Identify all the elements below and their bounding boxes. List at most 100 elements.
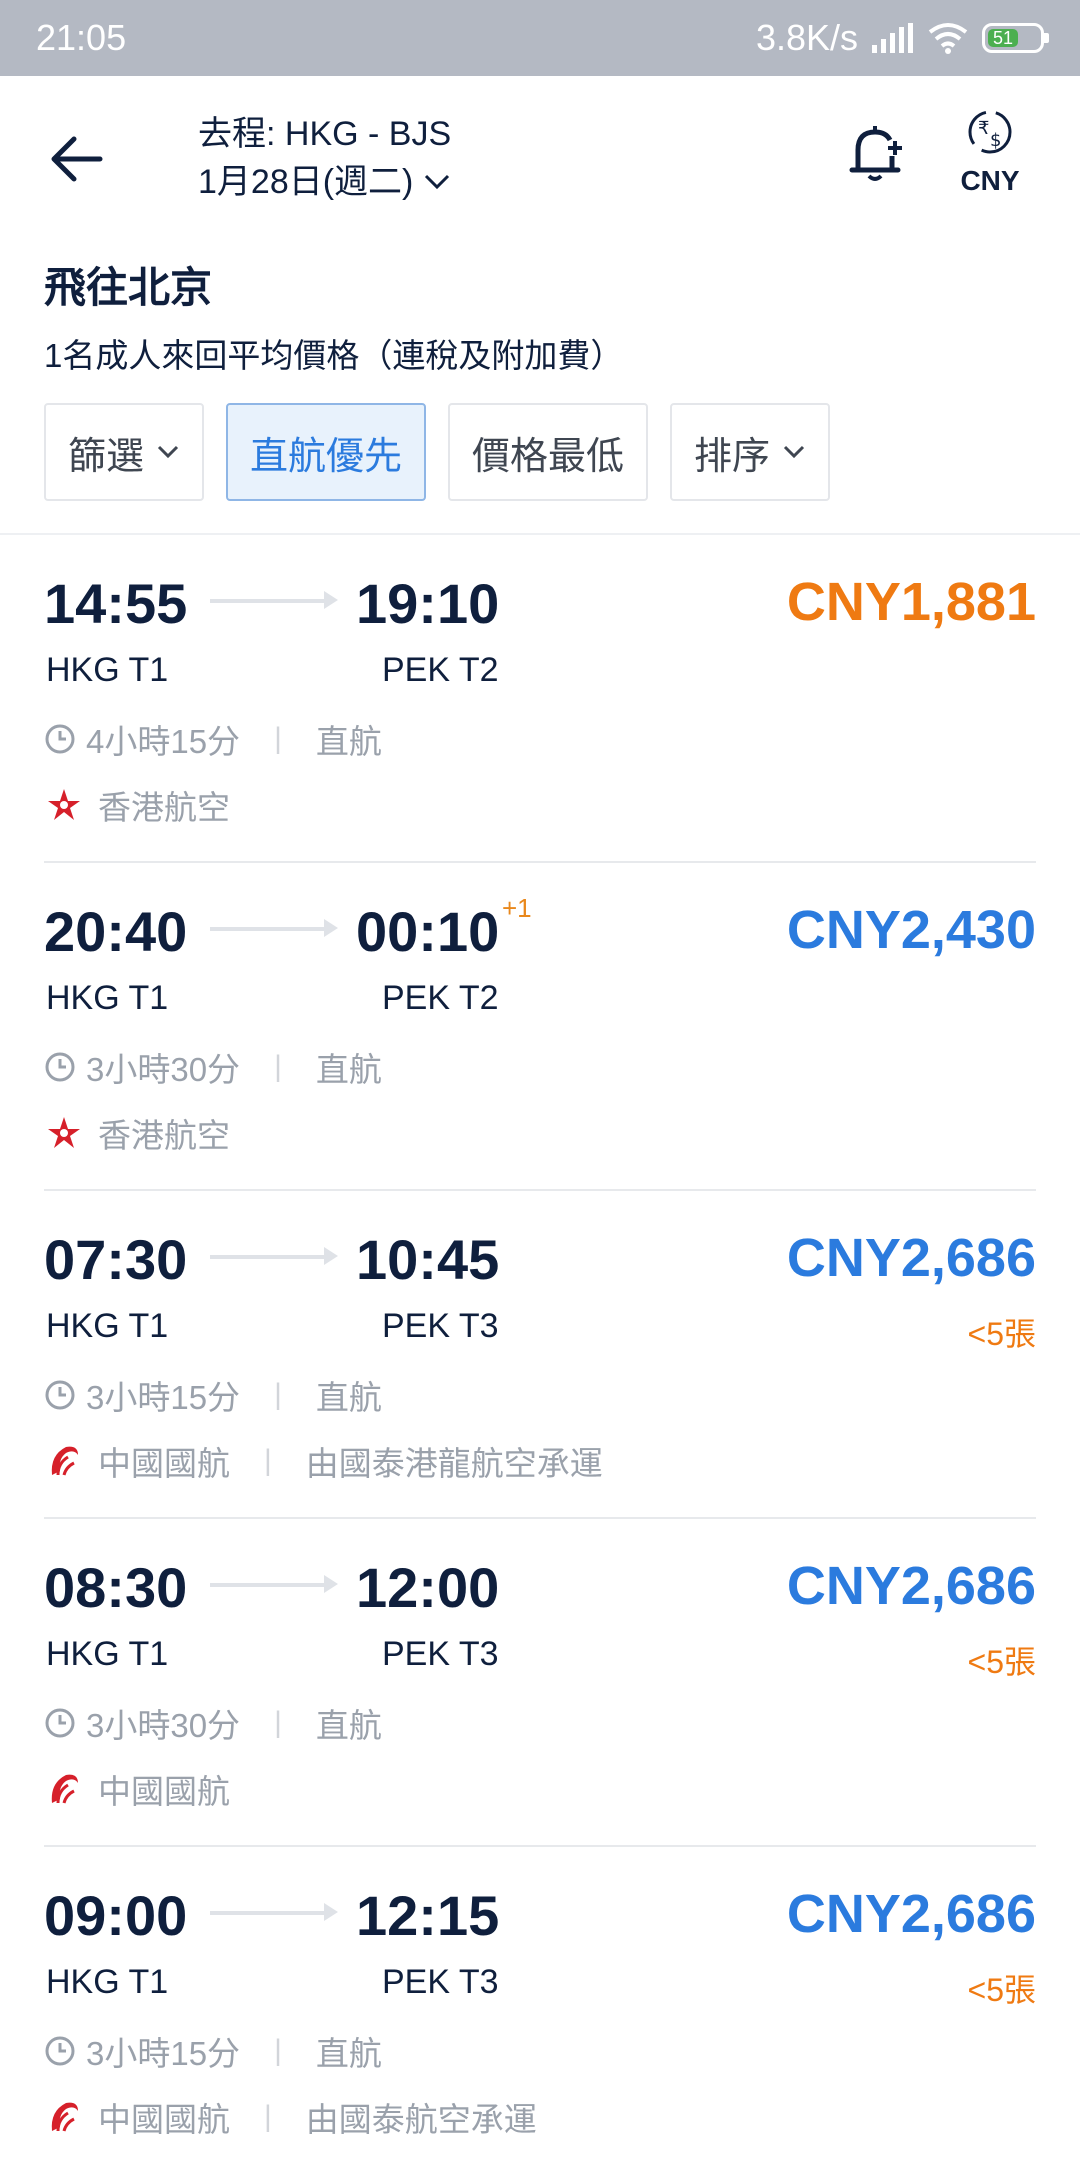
next-day-indicator: +1	[502, 893, 532, 923]
clock-icon	[45, 1380, 75, 1410]
duration: 3小時30分	[86, 1707, 241, 1744]
separator: |	[274, 1706, 282, 1739]
filter-label: 價格最低	[472, 435, 625, 478]
wifi-icon	[928, 23, 968, 54]
clock-icon	[45, 1708, 75, 1738]
airline-name: 中國國航	[98, 1773, 230, 1810]
flight-card[interactable]: 08:30 12:00 HKG T1 PEK T3 CNY2,686 <5張 3…	[44, 1519, 1036, 1847]
filter-label: 排序	[694, 435, 771, 478]
flight-meta: 3小時15分 | 直航	[44, 1371, 382, 1419]
network-speed: 3.8K/s	[755, 17, 858, 58]
arrival-time: 10:45	[356, 1228, 500, 1291]
filter-chip-direct-first[interactable]: 直航優先	[226, 403, 427, 501]
departure-terminal: HKG T1	[46, 979, 169, 1017]
date-label: 1月28日(週二)	[198, 163, 414, 201]
airline-info: 香港航空	[44, 781, 230, 829]
date-selector[interactable]: 1月28日(週二)	[198, 158, 451, 206]
route-line	[210, 1255, 330, 1259]
arrival-terminal: PEK T3	[382, 1635, 499, 1673]
flight-meta: 4小時15分 | 直航	[44, 715, 382, 763]
departure-time: 08:30	[44, 1556, 188, 1619]
departure-terminal: HKG T1	[46, 651, 169, 689]
stop-type: 直航	[315, 2035, 382, 2072]
air-china-logo	[51, 1446, 78, 1476]
route-label: 去程: HKG - BJS	[198, 115, 452, 153]
arrival-terminal: PEK T3	[382, 1307, 499, 1345]
price: CNY2,430	[786, 900, 1036, 960]
arrival-terminal: PEK T2	[382, 979, 499, 1017]
operated-by: 由國泰港龍航空承運	[305, 1445, 603, 1482]
filter-bar: 篩選 直航優先 價格最低 排序	[0, 403, 1080, 501]
currency-switch[interactable]: ₹ $ CNY	[950, 106, 1030, 197]
signal-icon	[872, 23, 913, 53]
seats-left-badge: <5張	[967, 1644, 1037, 1680]
price: CNY2,686	[786, 1556, 1036, 1616]
air-china-logo	[51, 2102, 78, 2132]
status-icons: 3.8K/s 51	[755, 17, 1049, 59]
departure-time: 07:30	[44, 1228, 188, 1291]
header: 去程: HKG - BJS 1月28日(週二) ₹ $ CNY	[0, 76, 1080, 240]
separator: |	[274, 1050, 282, 1083]
arrival-terminal: PEK T3	[382, 1963, 499, 2001]
svg-text:$: $	[990, 130, 1001, 151]
air-china-logo	[51, 1774, 78, 1804]
filter-chip-filter[interactable]: 篩選	[44, 403, 205, 501]
airline-info: 中國國航 | 由國泰航空承運	[44, 2093, 537, 2141]
arrival-time: 19:10	[356, 572, 500, 635]
arrival-time: 00:10	[356, 900, 500, 963]
airline-info: 香港航空	[44, 1109, 230, 1157]
departure-time: 14:55	[44, 572, 188, 635]
flight-meta: 3小時30分 | 直航	[44, 1699, 382, 1747]
seats-left-badge: <5張	[967, 1972, 1037, 2008]
arrow-head-icon	[324, 1575, 338, 1593]
departure-time: 20:40	[44, 900, 188, 963]
stop-type: 直航	[315, 723, 382, 760]
arrow-head-icon	[324, 919, 338, 937]
flight-card[interactable]: 09:00 12:15 HKG T1 PEK T3 CNY2,686 <5張 3…	[44, 1847, 1036, 2173]
arrow-head-icon	[324, 591, 338, 609]
duration: 3小時15分	[86, 2035, 241, 2072]
price-alert-bell-icon[interactable]	[840, 118, 910, 188]
stop-type: 直航	[315, 1707, 382, 1744]
duration: 4小時15分	[86, 723, 241, 760]
svg-text:₹: ₹	[978, 118, 989, 139]
currency-label: CNY	[960, 165, 1020, 196]
arrow-head-icon	[324, 1903, 338, 1921]
flight-card[interactable]: 14:55 19:10 HKG T1 PEK T2 CNY1,881 4小時15…	[44, 535, 1036, 863]
route-line	[210, 1583, 330, 1587]
price: CNY1,881	[786, 572, 1036, 632]
clock-icon	[45, 1052, 75, 1082]
price-note: 1名成人來回平均價格（連稅及附加費）	[44, 337, 624, 374]
route-line	[210, 599, 330, 603]
operated-by: 由國泰航空承運	[305, 2101, 537, 2138]
separator: |	[274, 722, 282, 755]
flight-meta: 3小時15分 | 直航	[44, 2027, 382, 2075]
departure-terminal: HKG T1	[46, 1307, 169, 1345]
airline-name: 香港航空	[98, 1117, 230, 1154]
airline-info: 中國國航 | 由國泰港龍航空承運	[44, 1437, 603, 1485]
filter-chip-lowest-price[interactable]: 價格最低	[448, 403, 649, 501]
hong-kong-airlines-logo	[48, 1117, 80, 1148]
battery-level: 51	[988, 28, 1018, 48]
back-arrow-icon[interactable]	[44, 124, 114, 194]
trip-summary[interactable]: 去程: HKG - BJS 1月28日(週二)	[198, 110, 451, 206]
clock-icon	[45, 724, 75, 754]
battery-icon: 51	[982, 23, 1049, 53]
price: CNY2,686	[786, 1884, 1036, 1944]
stop-type: 直航	[315, 1379, 382, 1416]
departure-time: 09:00	[44, 1884, 188, 1947]
flight-card[interactable]: 20:40 00:10 +1 HKG T1 PEK T2 CNY2,430 3小…	[44, 863, 1036, 1191]
arrow-head-icon	[324, 1247, 338, 1265]
page-title: 飛往北京	[44, 264, 213, 311]
stop-type: 直航	[315, 1051, 382, 1088]
status-bar: 21:05 3.8K/s 51	[0, 0, 1080, 76]
airline-name: 中國國航	[98, 1445, 230, 1482]
filter-chip-sort[interactable]: 排序	[670, 403, 831, 501]
flight-meta: 3小時30分 | 直航	[44, 1043, 382, 1091]
separator: |	[264, 2100, 272, 2133]
flight-card[interactable]: 07:30 10:45 HKG T1 PEK T3 CNY2,686 <5張 3…	[44, 1191, 1036, 1519]
duration: 3小時30分	[86, 1051, 241, 1088]
separator: |	[274, 1378, 282, 1411]
route-line	[210, 927, 330, 931]
chevron-down-icon	[784, 445, 805, 459]
